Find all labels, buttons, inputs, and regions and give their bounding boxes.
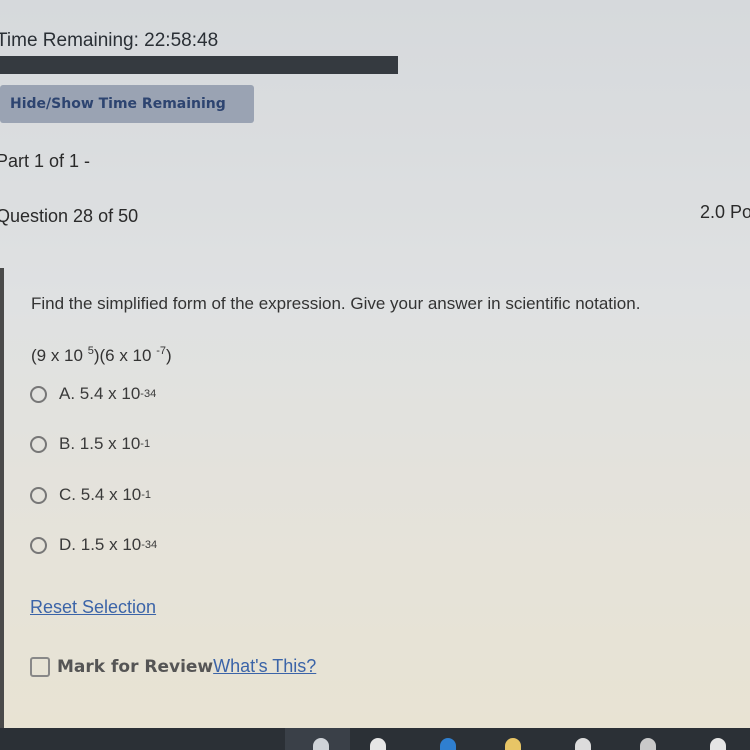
whats-this-link[interactable]: What's This? bbox=[213, 656, 316, 677]
option-letter: D. bbox=[59, 535, 76, 554]
task-view-icon[interactable] bbox=[313, 738, 329, 750]
option-exponent: -1 bbox=[140, 438, 151, 450]
expr-part: (9 x 10 bbox=[31, 346, 88, 365]
answer-option-b[interactable]: B. 1.5 x 10 -1 bbox=[30, 434, 150, 454]
edge-icon[interactable] bbox=[440, 738, 456, 750]
browser-icon[interactable] bbox=[710, 738, 726, 750]
answer-option-c[interactable]: C. 5.4 x 10 -1 bbox=[30, 485, 151, 505]
question-panel-border bbox=[0, 268, 4, 728]
taskbar bbox=[0, 728, 750, 750]
option-coef: 5.4 x 10 bbox=[79, 384, 141, 403]
option-coef: 1.5 x 10 bbox=[79, 434, 141, 453]
mark-for-review: Mark for Review What's This? bbox=[30, 656, 316, 677]
time-remaining-label: Time Remaining: 22:58:48 bbox=[0, 30, 219, 51]
folder-icon[interactable] bbox=[505, 738, 521, 750]
question-number: Question 28 of 50 bbox=[0, 206, 139, 226]
radio-button[interactable] bbox=[30, 486, 47, 504]
mark-for-review-checkbox[interactable] bbox=[30, 656, 50, 677]
option-letter: C. bbox=[59, 485, 76, 504]
option-letter: A. bbox=[59, 384, 76, 403]
option-exponent: -34 bbox=[140, 388, 157, 400]
option-coef: 5.4 x 10 bbox=[80, 485, 142, 504]
answer-option-d[interactable]: D. 1.5 x 10 -34 bbox=[30, 535, 157, 555]
radio-button[interactable] bbox=[30, 385, 47, 403]
option-exponent: -1 bbox=[141, 489, 152, 501]
radio-button[interactable] bbox=[30, 536, 47, 554]
timer-bar bbox=[0, 56, 398, 74]
question-expression: (9 x 10 5)(6 x 10 -7) bbox=[31, 345, 172, 366]
option-letter: B. bbox=[59, 434, 76, 453]
part-indicator: Part 1 of 1 - bbox=[0, 151, 91, 171]
question-points: 2.0 Points bbox=[700, 202, 750, 222]
monitor-icon[interactable] bbox=[370, 738, 386, 750]
answer-option-a[interactable]: A. 5.4 x 10 -34 bbox=[30, 384, 156, 404]
option-exponent: -34 bbox=[141, 539, 158, 551]
expr-exponent: -7 bbox=[156, 345, 166, 357]
mark-for-review-label: Mark for Review bbox=[57, 656, 214, 677]
expr-part: ) bbox=[165, 346, 172, 365]
app-icon[interactable] bbox=[640, 738, 656, 750]
question-prompt: Find the simplified form of the expressi… bbox=[31, 294, 641, 313]
option-coef: 1.5 x 10 bbox=[80, 535, 142, 554]
store-icon[interactable] bbox=[575, 738, 591, 750]
radio-button[interactable] bbox=[30, 435, 47, 453]
expr-part: )(6 x 10 bbox=[93, 346, 157, 365]
reset-selection-link[interactable]: Reset Selection bbox=[30, 597, 156, 618]
hide-show-time-button[interactable]: Hide/Show Time Remaining bbox=[0, 85, 254, 123]
